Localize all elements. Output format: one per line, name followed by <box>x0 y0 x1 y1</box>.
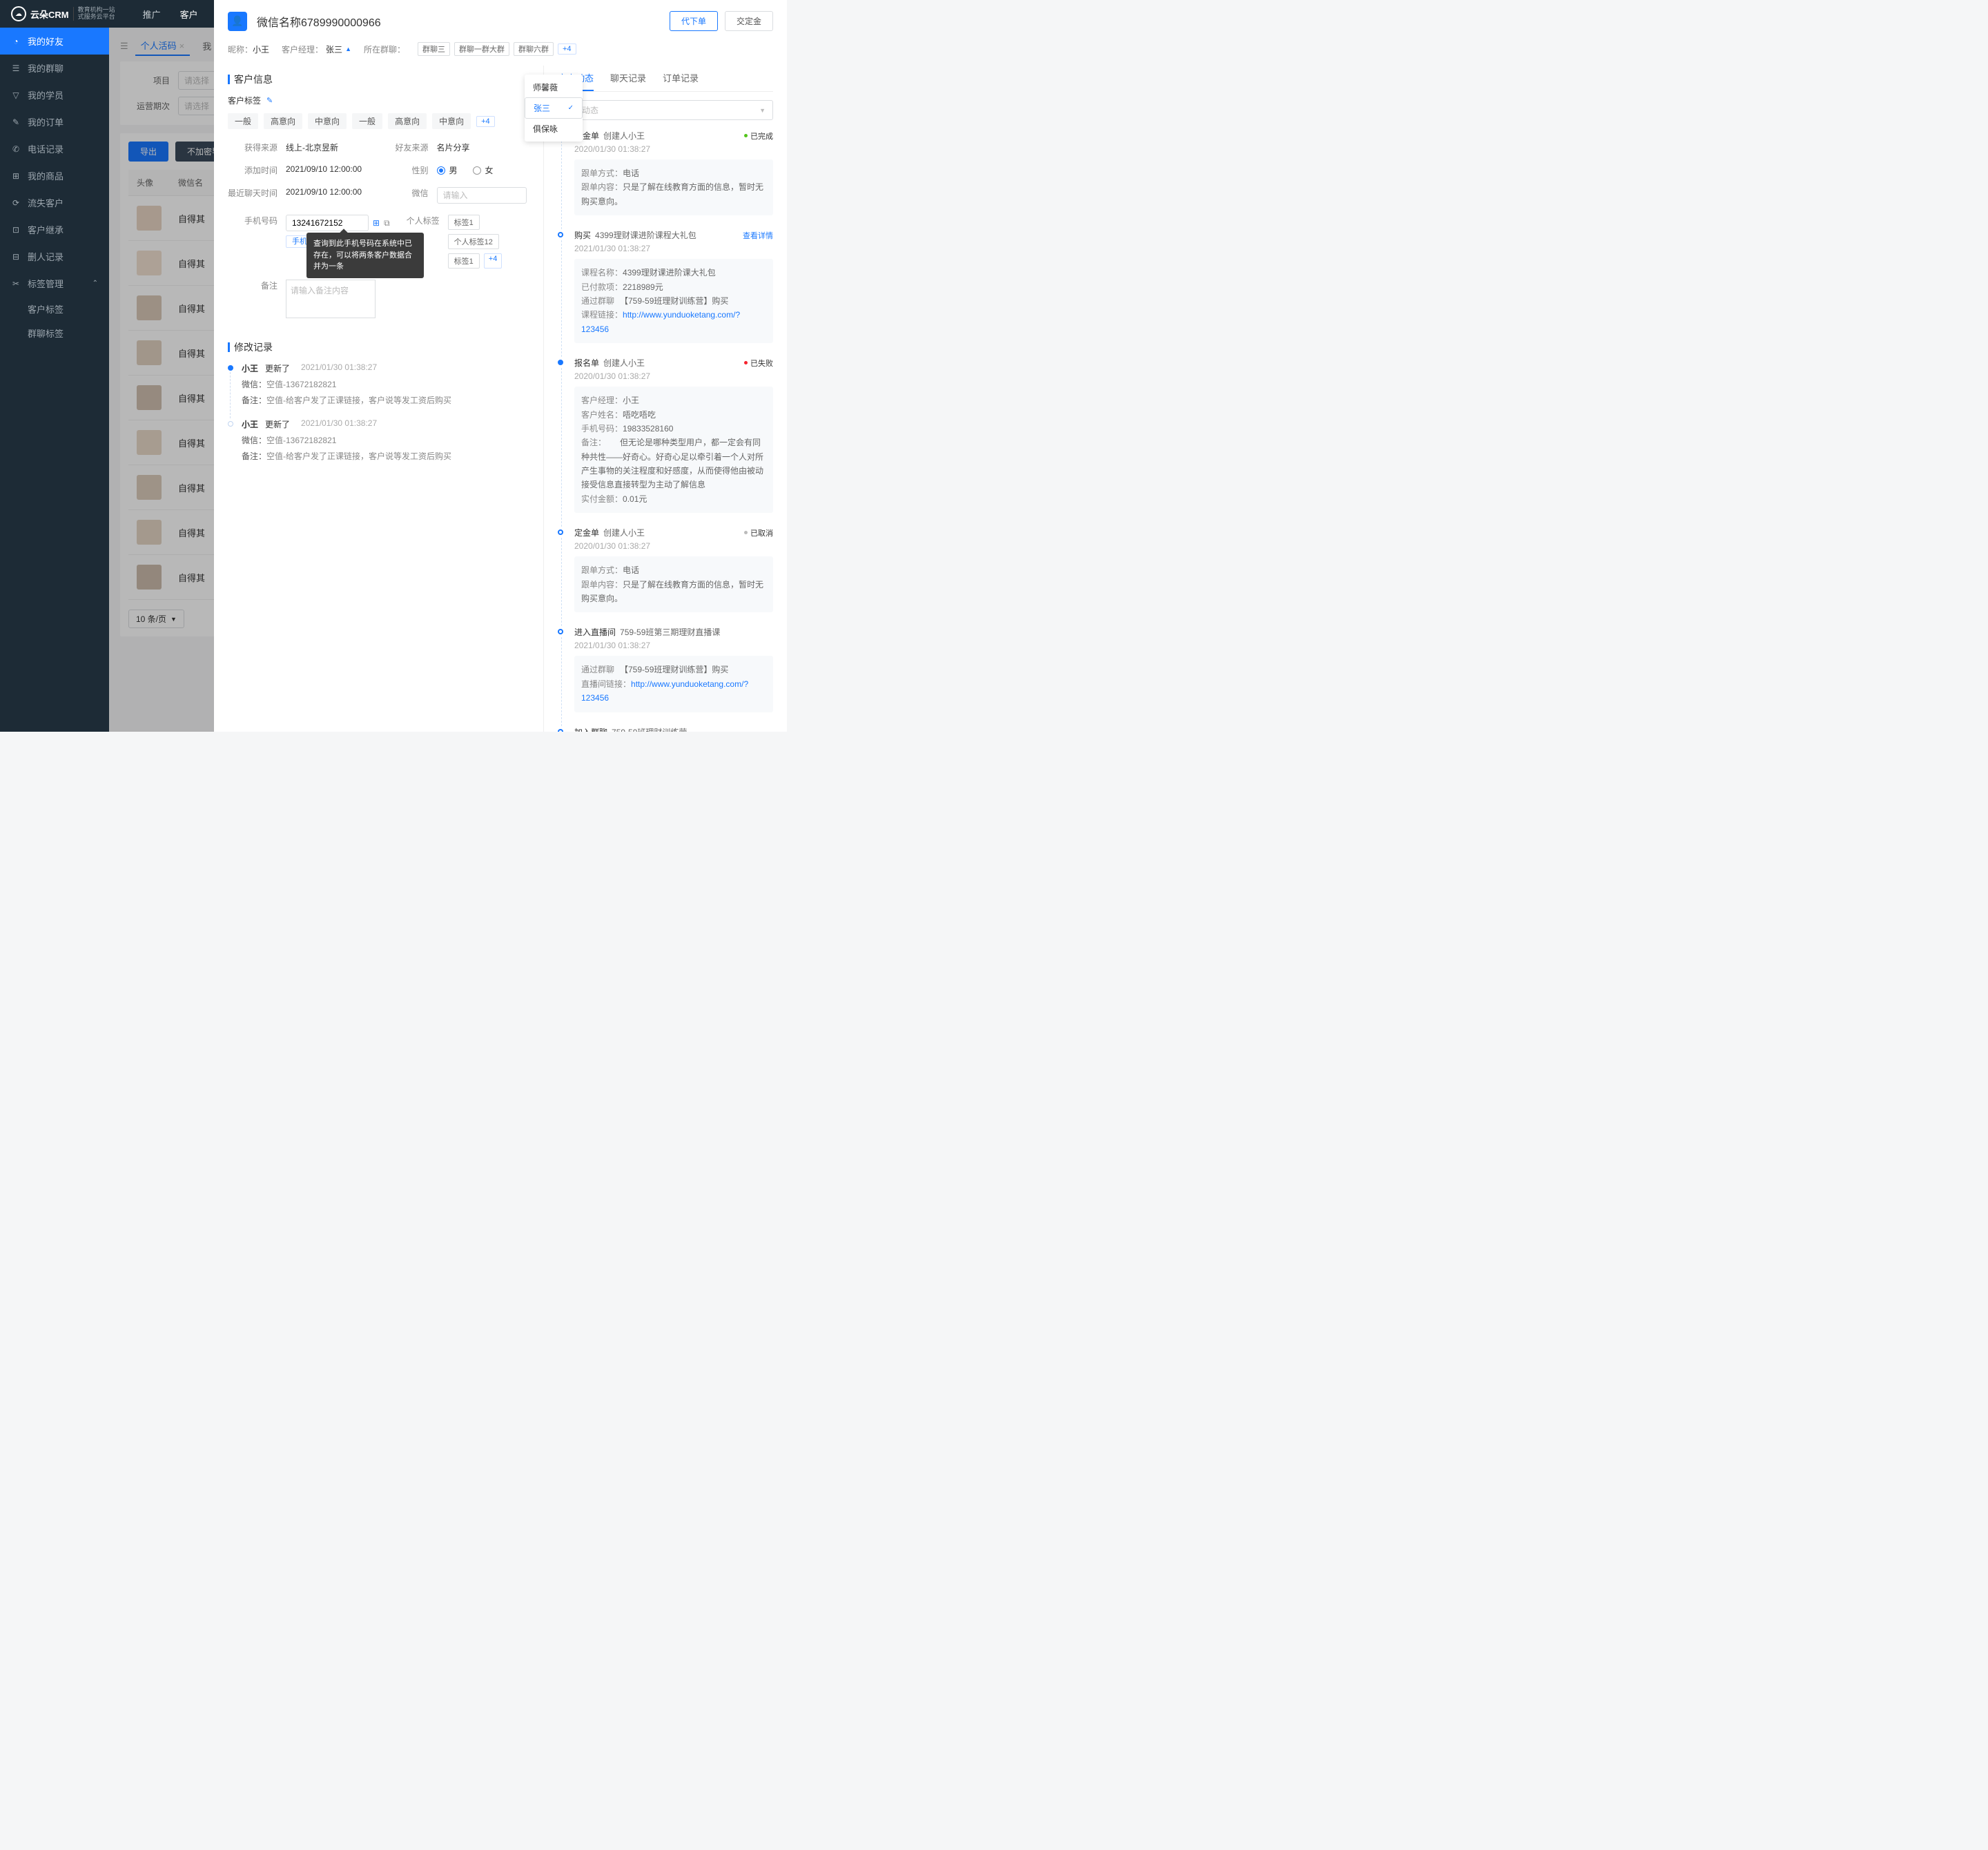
section-customer-info: 客户信息 <box>234 72 273 86</box>
logo-subtitle: 教育机构一站式服务云平台 <box>73 7 115 21</box>
customer-tag: 一般 <box>228 113 258 129</box>
lookup-icon[interactable]: ⊞ <box>373 218 380 228</box>
customer-tag: 高意向 <box>388 113 427 129</box>
sidebar-item[interactable]: ✎我的订单 <box>0 108 109 135</box>
radio-male[interactable] <box>437 166 445 175</box>
sidebar-icon: ✆ <box>11 144 21 154</box>
sidebar-icon: ⊡ <box>11 225 21 235</box>
sidebar-icon: ☰ <box>11 64 21 73</box>
tags-label: 客户标签 <box>228 95 261 106</box>
sidebar-icon: ▽ <box>11 90 21 100</box>
sidebar-icon: ⟳ <box>11 198 21 208</box>
sidebar-item[interactable]: ✆电话记录 <box>0 135 109 162</box>
radio-female[interactable] <box>473 166 481 175</box>
chevron-icon: ⌃ <box>92 280 98 287</box>
activity-filter-select[interactable]: 全部动态▼ <box>558 100 773 120</box>
feed-item: 购买4399理财课进阶课程大礼包查看详情2021/01/30 01:38:27课… <box>558 229 773 343</box>
drawer-title: 微信名称6789990000966 <box>257 13 381 30</box>
phone-tooltip: 查询到此手机号码在系统中已存在，可以将两条客户数据合并为一条 <box>306 233 424 278</box>
sidebar-item[interactable]: ☰我的群聊 <box>0 55 109 81</box>
topnav-item[interactable]: 推广 <box>143 8 161 21</box>
sidebar-icon: ◔ <box>11 37 21 46</box>
feed-item: 进入直播间759-59班第三期理财直播课2021/01/30 01:38:27通… <box>558 626 773 712</box>
more-ptags[interactable]: +4 <box>484 253 503 269</box>
sidebar-item[interactable]: ▽我的学员 <box>0 81 109 108</box>
wechat-input[interactable] <box>437 187 527 204</box>
logo-text: 云朵CRM <box>30 8 69 21</box>
logo: ☁ 云朵CRM 教育机构一站式服务云平台 <box>11 6 115 21</box>
manager-dropdown: 师馨薇张三✓俱保咏 <box>525 75 583 142</box>
customer-drawer: 👤 微信名称6789990000966 代下单 交定金 昵称：小王 客户经理：张… <box>214 0 787 732</box>
dropdown-item[interactable]: 师馨薇 <box>525 77 583 97</box>
sidebar-item[interactable]: ✂标签管理⌃ <box>0 270 109 297</box>
group-tag: 群聊一群大群 <box>454 42 509 56</box>
customer-icon: 👤 <box>228 12 247 31</box>
dropdown-item[interactable]: 俱保咏 <box>525 119 583 139</box>
phone-input[interactable] <box>286 215 369 231</box>
personal-tag: 标签1 <box>448 215 480 230</box>
note-textarea[interactable] <box>286 280 376 318</box>
more-groups[interactable]: +4 <box>558 43 576 55</box>
sidebar-item[interactable]: ⟳流失客户 <box>0 189 109 216</box>
feed-item: 报名单创建人小王已失败2020/01/30 01:38:27客户经理：小王客户姓… <box>558 357 773 513</box>
customer-tag: 高意向 <box>264 113 302 129</box>
group-tag: 群聊六群 <box>514 42 554 56</box>
sidebar-sub-item[interactable]: 客户标签 <box>0 297 109 321</box>
log-item: 小王更新了2021/01/30 01:38:27微信：空值-1367218282… <box>228 418 529 462</box>
sidebar-icon: ⊞ <box>11 171 21 181</box>
sidebar-item[interactable]: ⊞我的商品 <box>0 162 109 189</box>
sidebar-icon: ✎ <box>11 117 21 127</box>
customer-tag: 中意向 <box>308 113 347 129</box>
feed-item: 定金单创建人小王已完成2020/01/30 01:38:27跟单方式：电话跟单内… <box>558 130 773 215</box>
sidebar-icon: ⊟ <box>11 252 21 262</box>
deposit-button[interactable]: 交定金 <box>725 11 773 31</box>
section-change-log: 修改记录 <box>234 340 273 354</box>
sidebar: ◔我的好友☰我的群聊▽我的学员✎我的订单✆电话记录⊞我的商品⟳流失客户⊡客户继承… <box>0 28 109 732</box>
logo-icon: ☁ <box>11 6 26 21</box>
sidebar-item[interactable]: ⊟删人记录 <box>0 243 109 270</box>
topnav-item[interactable]: 客户 <box>180 8 198 21</box>
feed-item: 加入群聊759-59班理财训练营2021/01/30 01:38:27入群方式：… <box>558 726 773 732</box>
log-item: 小王更新了2021/01/30 01:38:27微信：空值-1367218282… <box>228 362 529 406</box>
sidebar-icon: ✂ <box>11 279 21 289</box>
customer-tag: 一般 <box>352 113 382 129</box>
manager-select[interactable]: 张三 <box>326 43 342 55</box>
sidebar-sub-item[interactable]: 群聊标签 <box>0 321 109 345</box>
sidebar-item[interactable]: ⊡客户继承 <box>0 216 109 243</box>
view-detail-link[interactable]: 查看详情 <box>743 230 773 241</box>
customer-tag: 中意向 <box>432 113 471 129</box>
edit-icon[interactable]: ✎ <box>266 96 273 105</box>
personal-tag: 个人标签12 <box>448 234 499 249</box>
place-order-button[interactable]: 代下单 <box>670 11 718 31</box>
activity-tab[interactable]: 订单记录 <box>663 66 699 91</box>
feed-item: 定金单创建人小王已取消2020/01/30 01:38:27跟单方式：电话跟单内… <box>558 527 773 612</box>
dropdown-item[interactable]: 张三✓ <box>525 97 583 119</box>
group-tag: 群聊三 <box>418 42 450 56</box>
copy-icon[interactable]: ⧉ <box>384 218 390 228</box>
activity-tab[interactable]: 聊天记录 <box>610 66 646 91</box>
personal-tag: 标签1 <box>448 253 480 269</box>
sidebar-item[interactable]: ◔我的好友 <box>0 28 109 55</box>
more-tags[interactable]: +4 <box>476 116 495 127</box>
